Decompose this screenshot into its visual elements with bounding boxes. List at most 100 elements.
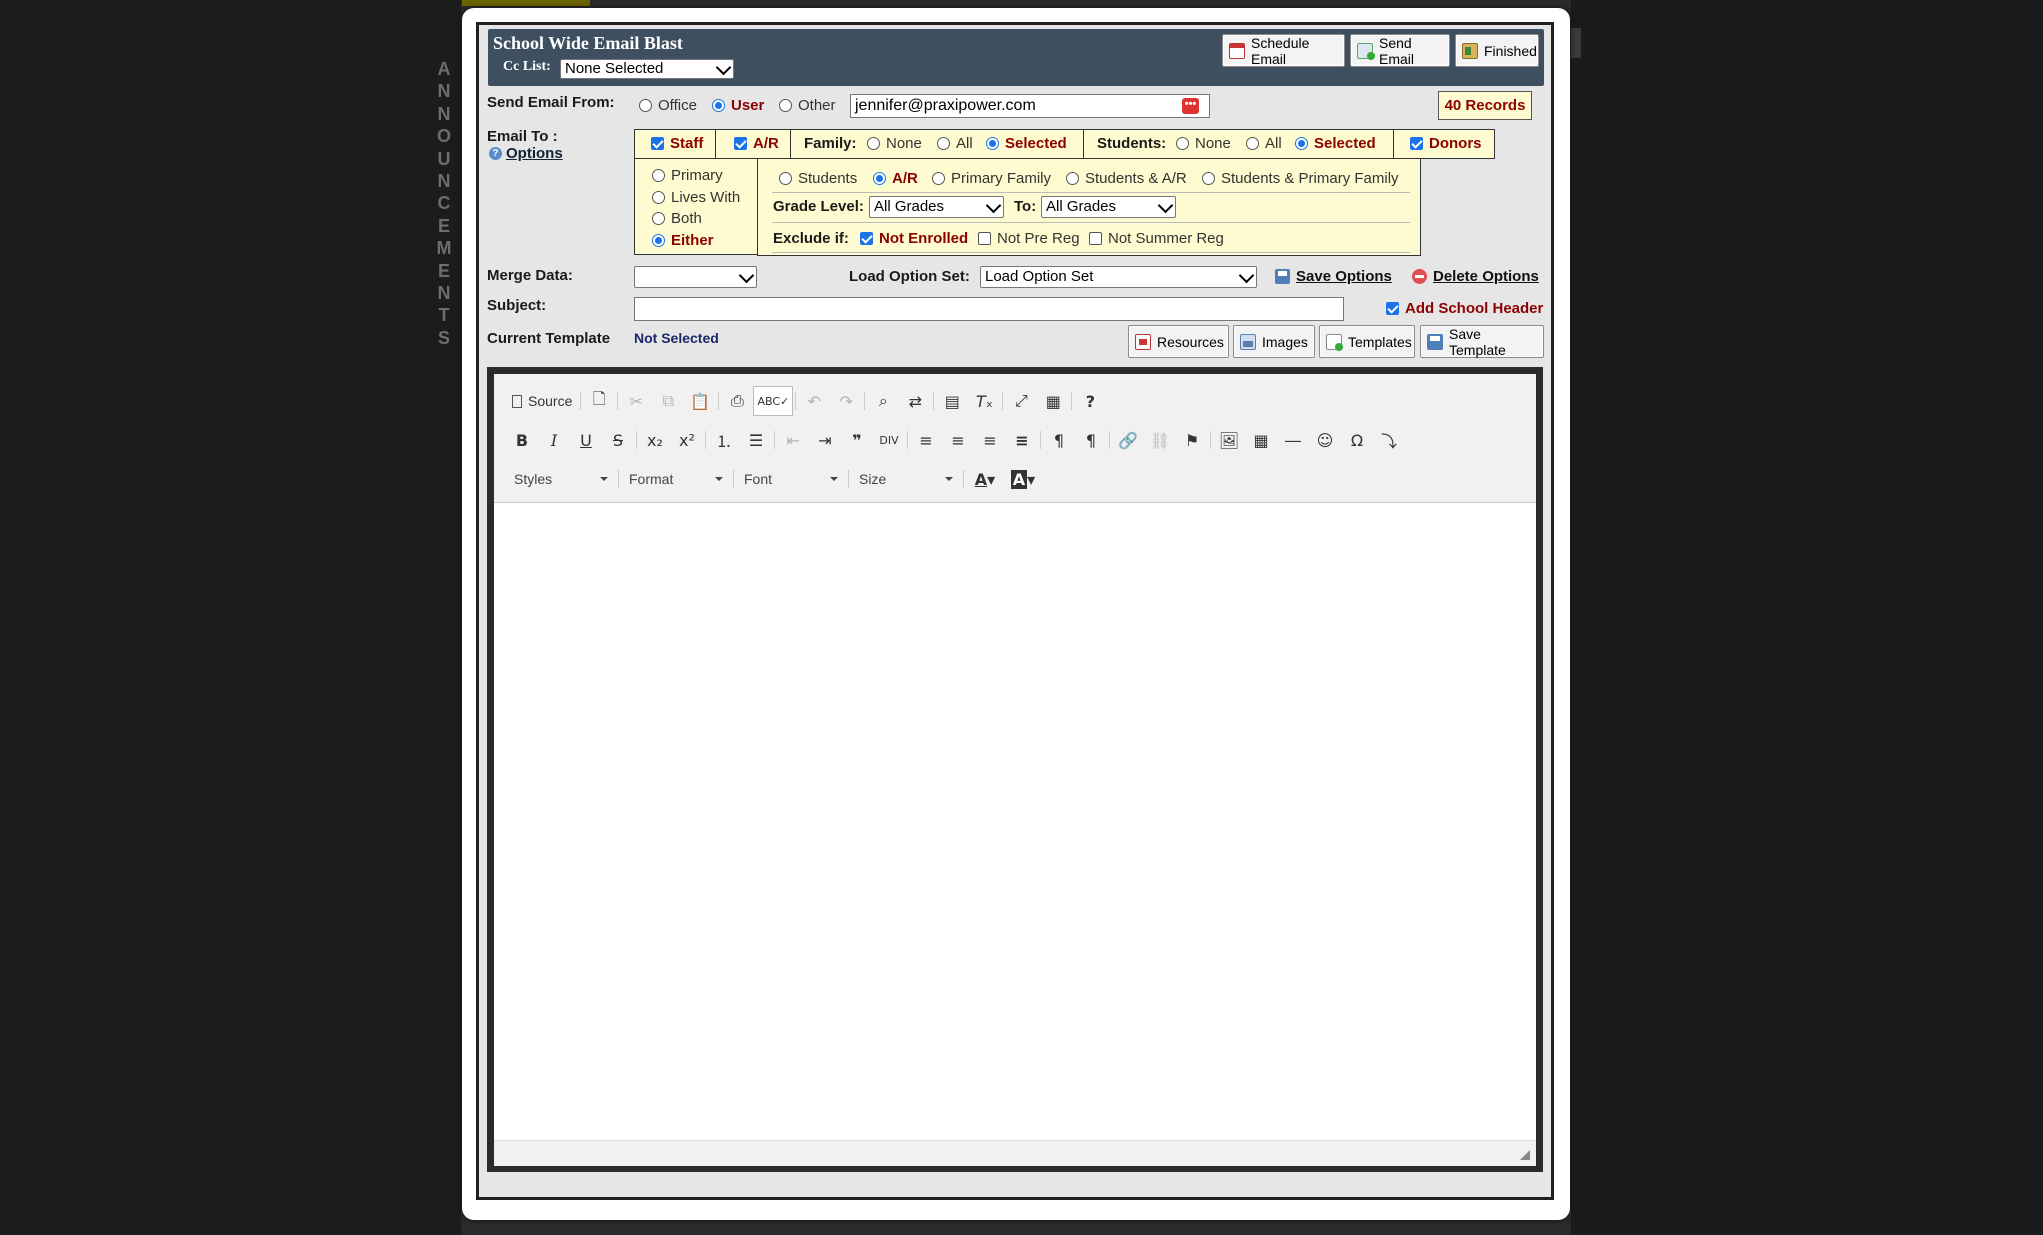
numbered-list-icon[interactable]: ⒈ — [708, 426, 740, 454]
family-all-option[interactable]: All — [937, 135, 973, 152]
ar-option[interactable]: A/R — [734, 135, 779, 152]
announcements-side-tab[interactable]: A N N O U N C E M E N T S — [436, 58, 452, 349]
unlink-icon[interactable]: ⛓ — [1144, 426, 1176, 454]
recipient-students-option[interactable]: Students — [779, 170, 857, 187]
contact-primary-option[interactable]: Primary — [652, 167, 723, 184]
exclude-not-pre-reg-checkbox[interactable] — [978, 232, 991, 245]
delete-options-link[interactable]: Delete Options — [1412, 268, 1539, 285]
send-from-user-option[interactable]: User — [712, 97, 764, 114]
recipient-ar-radio[interactable] — [873, 172, 886, 185]
from-email-field[interactable]: jennifer@praxipower.com ••• — [850, 94, 1210, 118]
exclude-not-summer-reg-option[interactable]: Not Summer Reg — [1089, 230, 1224, 247]
contact-both-option[interactable]: Both — [652, 210, 702, 227]
load-option-set-select[interactable]: Load Option Set — [980, 266, 1257, 288]
add-school-header-checkbox[interactable] — [1386, 302, 1399, 315]
align-left-icon[interactable]: ≡ — [910, 426, 942, 454]
students-all-option[interactable]: All — [1246, 135, 1282, 152]
find-icon[interactable]: ⌕ — [867, 387, 899, 415]
exclude-not-enrolled-checkbox[interactable] — [860, 232, 873, 245]
schedule-email-button[interactable]: Schedule Email — [1222, 34, 1345, 67]
templates-button[interactable]: Templates — [1319, 325, 1415, 358]
underline-icon[interactable]: U — [570, 426, 602, 454]
staff-checkbox[interactable] — [651, 137, 664, 150]
save-options-link[interactable]: Save Options — [1275, 268, 1392, 285]
grade-from-select[interactable]: All Grades — [869, 196, 1004, 218]
recipient-primary-family-radio[interactable] — [932, 172, 945, 185]
styles-combo[interactable]: Styles — [506, 466, 616, 492]
special-character-icon[interactable]: Ω — [1341, 426, 1373, 454]
images-button[interactable]: Images — [1233, 325, 1315, 358]
undo-icon[interactable]: ↶ — [798, 387, 830, 415]
copy-icon[interactable]: ⧉ — [652, 387, 684, 415]
superscript-icon[interactable]: x² — [671, 426, 703, 454]
contact-both-radio[interactable] — [652, 212, 665, 225]
students-selected-option[interactable]: Selected — [1295, 135, 1376, 152]
contact-either-radio[interactable] — [652, 234, 665, 247]
blockquote-icon[interactable]: ❞ — [841, 426, 873, 454]
outdent-icon[interactable]: ⇤ — [777, 426, 809, 454]
strikethrough-icon[interactable]: S — [602, 426, 634, 454]
exclude-not-pre-reg-option[interactable]: Not Pre Reg — [978, 230, 1080, 247]
send-email-button[interactable]: Send Email — [1350, 34, 1450, 67]
family-none-radio[interactable] — [867, 137, 880, 150]
contact-lives-with-option[interactable]: Lives With — [652, 189, 740, 206]
print-icon[interactable]: ⎙ — [721, 387, 753, 415]
recipient-students-radio[interactable] — [779, 172, 792, 185]
students-none-option[interactable]: None — [1176, 135, 1231, 152]
donors-option[interactable]: Donors — [1410, 135, 1482, 152]
options-help-link[interactable]: ? Options — [489, 145, 563, 162]
table-icon[interactable]: ▦ — [1245, 426, 1277, 454]
resources-button[interactable]: Resources — [1128, 325, 1229, 358]
smiley-icon[interactable]: ☺ — [1309, 426, 1341, 454]
size-combo[interactable]: Size — [851, 466, 961, 492]
new-page-icon[interactable]: 🗋 — [583, 387, 615, 415]
students-all-radio[interactable] — [1246, 137, 1259, 150]
other-radio[interactable] — [779, 99, 792, 112]
justify-icon[interactable]: ≡ — [1006, 426, 1038, 454]
help-icon[interactable]: ? — [1074, 387, 1106, 415]
contact-primary-radio[interactable] — [652, 169, 665, 182]
recipient-students-ar-option[interactable]: Students & A/R — [1066, 170, 1187, 187]
align-center-icon[interactable]: ≡ — [942, 426, 974, 454]
staff-option[interactable]: Staff — [651, 135, 703, 152]
contact-either-option[interactable]: Either — [652, 232, 714, 249]
ar-checkbox[interactable] — [734, 137, 747, 150]
family-selected-radio[interactable] — [986, 137, 999, 150]
italic-icon[interactable]: I — [538, 426, 570, 454]
source-button[interactable]: Source — [506, 387, 578, 415]
indent-icon[interactable]: ⇥ — [809, 426, 841, 454]
students-none-radio[interactable] — [1176, 137, 1189, 150]
format-combo[interactable]: Format — [621, 466, 731, 492]
text-color-icon[interactable]: A ▾ — [966, 465, 1004, 493]
subject-input[interactable] — [634, 297, 1344, 321]
contact-lives-with-radio[interactable] — [652, 191, 665, 204]
spellcheck-icon[interactable]: ABC✓ — [753, 386, 794, 416]
div-container-icon[interactable]: DIV — [873, 426, 905, 454]
horizontal-line-icon[interactable]: ― — [1277, 426, 1309, 454]
recipient-students-ar-radio[interactable] — [1066, 172, 1079, 185]
merge-data-select[interactable] — [634, 266, 757, 288]
bold-icon[interactable]: B — [506, 426, 538, 454]
students-selected-radio[interactable] — [1295, 137, 1308, 150]
family-selected-option[interactable]: Selected — [986, 135, 1067, 152]
bulleted-list-icon[interactable]: ☰ — [740, 426, 772, 454]
page-break-icon[interactable]: ⤵ — [1373, 426, 1405, 454]
link-icon[interactable]: 🔗 — [1112, 426, 1144, 454]
user-radio[interactable] — [712, 99, 725, 112]
send-from-office-option[interactable]: Office — [639, 97, 697, 114]
cut-icon[interactable]: ✂ — [620, 387, 652, 415]
subscript-icon[interactable]: x₂ — [639, 426, 671, 454]
redo-icon[interactable]: ↷ — [830, 387, 862, 415]
resize-handle-icon[interactable] — [1520, 1150, 1530, 1160]
select-all-icon[interactable]: ▤ — [936, 387, 968, 415]
family-all-radio[interactable] — [937, 137, 950, 150]
recipient-ar-option[interactable]: A/R — [873, 170, 918, 187]
cc-list-select[interactable]: None Selected — [560, 59, 734, 79]
image-icon[interactable]: 🖼 — [1213, 426, 1245, 454]
replace-icon[interactable]: ⇄ — [899, 387, 931, 415]
family-none-option[interactable]: None — [867, 135, 922, 152]
finished-button[interactable]: Finished — [1455, 34, 1539, 67]
editor-content-area[interactable] — [494, 502, 1536, 1141]
donors-checkbox[interactable] — [1410, 137, 1423, 150]
align-right-icon[interactable]: ≡ — [974, 426, 1006, 454]
